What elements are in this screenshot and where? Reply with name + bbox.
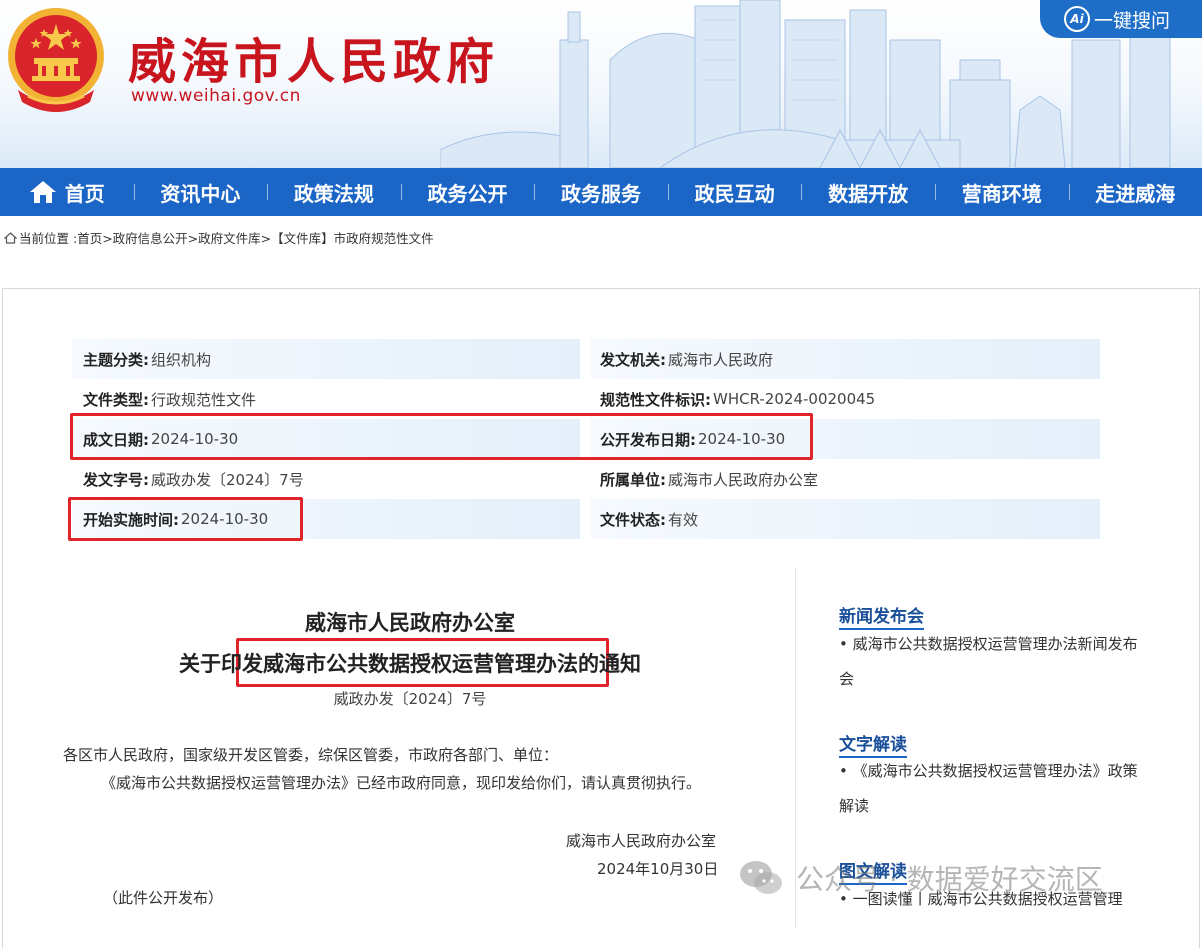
highlight-box-dates (70, 413, 813, 460)
site-url[interactable]: www.weihai.gov.cn (131, 86, 301, 106)
meta-label: 主题分类: (83, 349, 149, 370)
breadcrumb: 当前位置 : 首页> 政府信息公开> 政府文件库> 【文件库】市政府规范性文件 (4, 228, 434, 247)
nav-item-business[interactable]: 营商环境 (935, 168, 1069, 216)
ai-search-button[interactable]: Ai 一键搜问 (1040, 0, 1202, 38)
meta-cell: 所属单位: 威海市人民政府办公室 (591, 459, 1100, 499)
article-doc-number: 威政办发〔2024〕7号 (260, 688, 560, 709)
article-date: 2024年10月30日 (597, 858, 718, 879)
article-salutation: 各区市人民政府，国家级开发区管委，综保区管委，市政府各部门、单位： (63, 744, 558, 765)
meta-value: 有效 (668, 509, 698, 530)
breadcrumb-current[interactable]: 【文件库】市政府规范性文件 (271, 228, 434, 247)
meta-label: 规范性文件标识: (600, 389, 711, 410)
nav-item-services[interactable]: 政务服务 (534, 168, 668, 216)
breadcrumb-doc-library[interactable]: 政府文件库> (198, 228, 271, 247)
article-body: 《威海市公共数据授权运营管理办法》已经市政府同意，现印发给你们，请认真贯彻执行。 (101, 772, 701, 793)
meta-value: WHCR-2024-0020045 (713, 390, 875, 408)
meta-label: 文件类型: (83, 389, 149, 410)
nav-item-news[interactable]: 资讯中心 (134, 168, 268, 216)
location-icon (4, 232, 17, 244)
nav-item-label: 首页 (65, 178, 105, 207)
breadcrumb-home[interactable]: 首页> (77, 228, 112, 247)
site-header: 威海市人民政府 www.weihai.gov.cn (0, 0, 1202, 168)
wechat-watermark: 公众号 · 数据爱好交流区 (738, 858, 1103, 898)
meta-value: 组织机构 (151, 349, 211, 370)
meta-label: 发文字号: (83, 469, 149, 490)
nav-item-open-data[interactable]: 数据开放 (801, 168, 935, 216)
ai-search-icon: Ai (1064, 6, 1090, 32)
meta-row: 发文字号: 威政办发〔2024〕7号 所属单位: 威海市人民政府办公室 (72, 459, 1100, 499)
article-title-line2: 关于印发威海市公共数据授权运营管理办法的通知 (110, 648, 710, 678)
national-emblem-icon[interactable] (4, 4, 108, 118)
meta-label: 文件状态: (600, 509, 666, 530)
article-title-line1: 威海市人民政府办公室 (260, 607, 560, 637)
highlight-box-start-date (68, 497, 303, 541)
meta-value: 威海市人民政府 (668, 349, 773, 370)
breadcrumb-gov-info[interactable]: 政府信息公开> (113, 228, 198, 247)
sidebar-link-text-interp[interactable]: • 《威海市公共数据授权运营管理办法》政策解读 (839, 754, 1147, 824)
ai-search-label: 一键搜问 (1094, 6, 1170, 33)
meta-value: 威政办发〔2024〕7号 (151, 469, 304, 490)
main-nav: 首页 资讯中心 政策法规 政务公开 政务服务 政民互动 数据开放 营商环境 走进… (0, 168, 1202, 216)
meta-value: 威海市人民政府办公室 (668, 469, 818, 490)
wechat-icon (738, 858, 784, 898)
meta-cell: 发文字号: 威政办发〔2024〕7号 (72, 459, 580, 499)
nav-item-about[interactable]: 走进威海 (1069, 168, 1202, 216)
meta-cell: 主题分类: 组织机构 (72, 339, 580, 379)
sidebar-link-press[interactable]: • 威海市公共数据授权运营管理办法新闻发布会 (839, 627, 1147, 697)
sidebar-heading-press[interactable]: 新闻发布会 (839, 602, 924, 630)
meta-cell: 文件状态: 有效 (591, 499, 1100, 539)
home-icon (29, 179, 57, 205)
nav-item-interaction[interactable]: 政民互动 (668, 168, 802, 216)
nav-item-disclosure[interactable]: 政务公开 (401, 168, 535, 216)
article-signature: 威海市人民政府办公室 (566, 830, 716, 851)
nav-item-home[interactable]: 首页 (0, 168, 134, 216)
meta-label: 所属单位: (600, 469, 666, 490)
meta-row: 主题分类: 组织机构 发文机关: 威海市人民政府 (72, 339, 1100, 379)
meta-label: 发文机关: (600, 349, 666, 370)
nav-item-policy[interactable]: 政策法规 (267, 168, 401, 216)
article-note: （此件公开发布） (103, 887, 223, 908)
breadcrumb-prefix: 当前位置 : (19, 228, 77, 247)
meta-value: 行政规范性文件 (151, 389, 256, 410)
meta-cell: 发文机关: 威海市人民政府 (591, 339, 1100, 379)
watermark-text: 公众号 · 数据爱好交流区 (796, 858, 1103, 898)
